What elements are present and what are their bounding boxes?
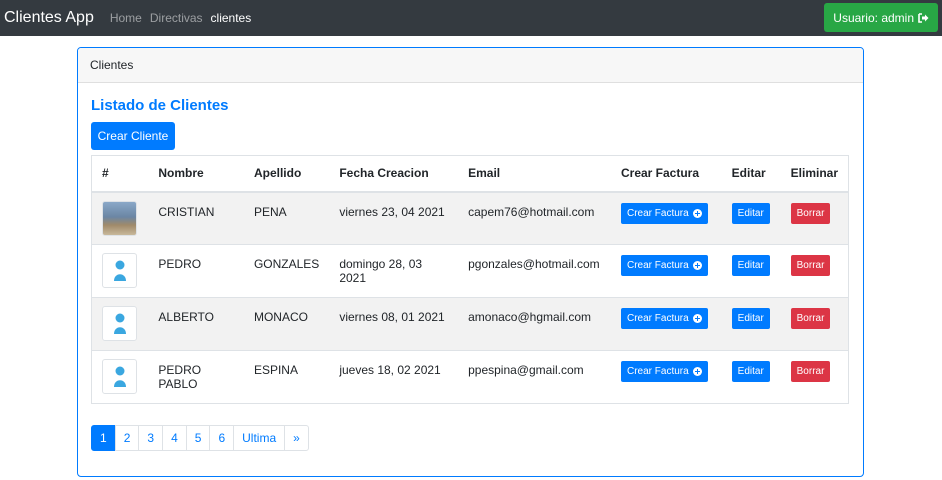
plus-circle-icon [692, 314, 702, 323]
top-navbar: Clientes App Home Directivas clientes Us… [0, 0, 942, 36]
page-2[interactable]: 2 [114, 425, 140, 451]
client-nombre: ALBERTO [148, 297, 244, 351]
client-apellido: MONACO [243, 297, 330, 351]
row-photo-cell [91, 350, 149, 404]
client-apellido: ESPINA [243, 350, 330, 404]
eliminar-cell: Borrar [780, 244, 849, 298]
header-email: Email [458, 155, 611, 193]
crear-factura-label: Crear Factura [626, 366, 689, 377]
crear-factura-cell: Crear Factura [610, 191, 722, 245]
page-5[interactable]: 5 [185, 425, 211, 451]
client-avatar[interactable] [102, 306, 137, 341]
crear-cliente-button[interactable]: Crear Cliente [91, 122, 175, 150]
nav-directivas[interactable]: Directivas [150, 11, 203, 25]
editar-button[interactable]: Editar [731, 308, 770, 329]
editar-cell: Editar [721, 350, 781, 404]
plus-circle-icon [692, 261, 702, 270]
crear-factura-cell: Crear Factura [610, 350, 722, 404]
crear-factura-label: Crear Factura [626, 313, 689, 324]
brand-link[interactable]: Clientes App [4, 9, 94, 27]
page-6[interactable]: 6 [209, 425, 235, 451]
client-fecha: domingo 28, 03 2021 [329, 244, 459, 298]
header-fecha: Fecha Creacion [329, 155, 459, 193]
client-apellido: PENA [243, 191, 330, 245]
client-email: capem76@hotmail.com [458, 191, 611, 245]
nav-clientes[interactable]: clientes [211, 11, 252, 25]
table-row: PEDRO GONZALES domingo 28, 03 2021 pgonz… [91, 244, 849, 298]
client-avatar[interactable] [102, 253, 137, 288]
crear-factura-cell: Crear Factura [610, 297, 722, 351]
table-header-row: # Nombre Apellido Fecha Creacion Email C… [91, 155, 849, 193]
page-ultima[interactable]: Ultima [233, 425, 286, 451]
client-photo[interactable] [102, 200, 137, 236]
header-eliminar: Eliminar [780, 155, 849, 193]
client-nombre: CRISTIAN [148, 191, 244, 245]
crear-factura-button[interactable]: Crear Factura [620, 255, 708, 276]
header-apellido: Apellido [243, 155, 330, 193]
client-apellido: GONZALES [243, 244, 330, 298]
clientes-table: # Nombre Apellido Fecha Creacion Email C… [91, 155, 849, 404]
editar-button[interactable]: Editar [731, 202, 770, 224]
client-nombre: PEDRO [148, 244, 244, 298]
editar-cell: Editar [721, 297, 781, 351]
user-avatar-icon [113, 260, 126, 281]
user-button-label: Usuario: admin [833, 10, 914, 25]
header-crear-factura: Crear Factura [610, 155, 722, 193]
client-avatar[interactable] [102, 359, 137, 394]
user-avatar-icon [113, 313, 126, 334]
client-email: amonaco@hgmail.com [458, 297, 611, 351]
table-row: ALBERTO MONACO viernes 08, 01 2021 amona… [91, 297, 849, 351]
card-header: Clientes [78, 48, 863, 83]
plus-circle-icon [692, 208, 702, 218]
plus-circle-icon [692, 367, 702, 376]
borrar-button[interactable]: Borrar [790, 308, 831, 329]
client-fecha: viernes 08, 01 2021 [329, 297, 459, 351]
page-3[interactable]: 3 [138, 425, 164, 451]
crear-factura-button[interactable]: Crear Factura [620, 202, 708, 224]
eliminar-cell: Borrar [780, 350, 849, 404]
table-row: CRISTIAN PENA viernes 23, 04 2021 capem7… [91, 191, 849, 245]
user-avatar-icon [113, 366, 126, 387]
clientes-card: Clientes Listado de Clientes Crear Clien… [77, 47, 864, 477]
client-nombre: PEDRO PABLO [148, 350, 244, 404]
eliminar-cell: Borrar [780, 191, 849, 245]
sign-out-icon [918, 12, 929, 23]
editar-cell: Editar [721, 191, 781, 245]
borrar-button[interactable]: Borrar [790, 202, 831, 224]
client-email: pgonzales@hotmail.com [458, 244, 611, 298]
row-photo-cell [91, 297, 149, 351]
row-photo-cell [91, 191, 149, 245]
card-title: Listado de Clientes [91, 97, 229, 114]
page-4[interactable]: 4 [162, 425, 187, 451]
table-row: PEDRO PABLO ESPINA jueves 18, 02 2021 pp… [91, 350, 849, 404]
client-fecha: jueves 18, 02 2021 [329, 350, 459, 404]
header-editar: Editar [721, 155, 781, 193]
crear-factura-button[interactable]: Crear Factura [620, 361, 708, 382]
header-number: # [91, 155, 149, 193]
page-1[interactable]: 1 [91, 425, 116, 451]
borrar-button[interactable]: Borrar [790, 255, 831, 276]
client-fecha: viernes 23, 04 2021 [329, 191, 459, 245]
row-photo-cell [91, 244, 149, 298]
client-email: ppespina@gmail.com [458, 350, 611, 404]
crear-factura-label: Crear Factura [626, 207, 689, 219]
borrar-button[interactable]: Borrar [790, 361, 831, 382]
crear-factura-button[interactable]: Crear Factura [620, 308, 708, 329]
crear-factura-cell: Crear Factura [610, 244, 722, 298]
editar-button[interactable]: Editar [731, 361, 770, 382]
crear-factura-label: Crear Factura [626, 260, 689, 271]
nav-home[interactable]: Home [110, 11, 142, 25]
editar-cell: Editar [721, 244, 781, 298]
pagination: 1 2 3 4 5 6 Ultima » [91, 425, 309, 451]
header-nombre: Nombre [148, 155, 244, 193]
user-button[interactable]: Usuario: admin [824, 3, 938, 32]
editar-button[interactable]: Editar [731, 255, 770, 276]
eliminar-cell: Borrar [780, 297, 849, 351]
page-next[interactable]: » [284, 425, 309, 451]
